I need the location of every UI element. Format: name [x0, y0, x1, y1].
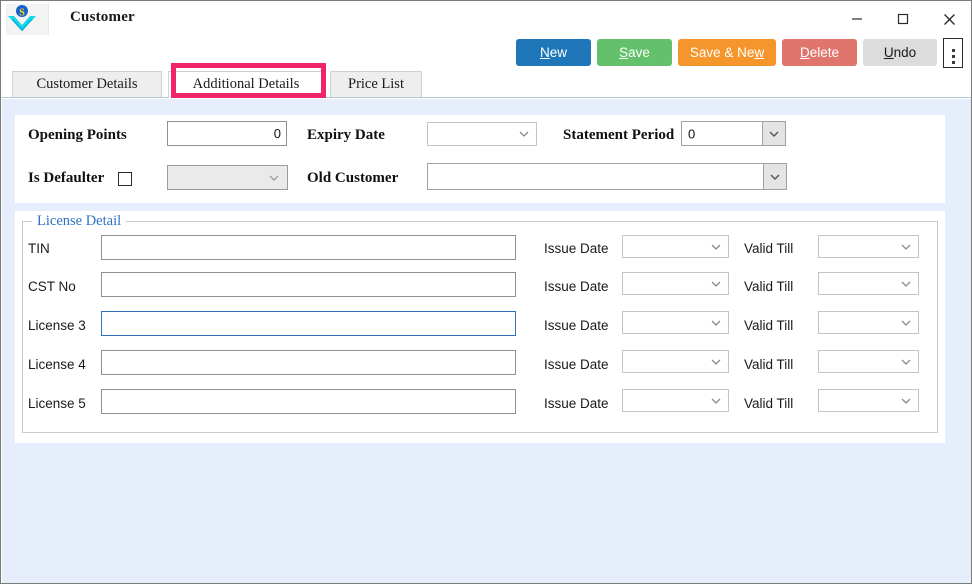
opening-points-input[interactable]	[167, 121, 287, 146]
expiry-date-combo[interactable]	[427, 122, 537, 146]
undo-button[interactable]: Undo	[863, 39, 937, 66]
chevron-down-icon	[711, 398, 721, 404]
save-and-new-button-accel: w	[754, 45, 765, 60]
issue-date-combo[interactable]	[622, 389, 729, 412]
new-button-label: ew	[549, 45, 567, 60]
issue-date-label: Issue Date	[544, 318, 609, 333]
kebab-dots	[944, 39, 962, 64]
old-customer-label: Old Customer	[307, 170, 399, 186]
valid-till-combo[interactable]	[818, 272, 919, 295]
delete-button-accel: D	[799, 45, 810, 60]
license-row-label: License 3	[28, 318, 86, 333]
save-and-new-button[interactable]: Save & New	[678, 39, 776, 66]
old-customer-combo[interactable]	[427, 163, 787, 190]
minimize-icon[interactable]	[834, 2, 880, 36]
window-title-bar: S Customer	[2, 2, 971, 38]
valid-till-label: Valid Till	[744, 357, 794, 372]
license-detail-group: License Detail TIN Issue Date Valid Till…	[15, 211, 945, 443]
chevron-down-icon	[901, 244, 911, 250]
is-defaulter-combo[interactable]	[167, 165, 288, 190]
opening-points-label: Opening Points	[28, 127, 127, 143]
chevron-down-icon	[901, 359, 911, 365]
is-defaulter-checkbox[interactable]	[118, 172, 132, 186]
valid-till-combo[interactable]	[818, 311, 919, 334]
tab-price-list[interactable]: Price List	[330, 71, 422, 98]
is-defaulter-label: Is Defaulter	[28, 170, 105, 186]
valid-till-label: Valid Till	[744, 241, 794, 256]
undo-button-accel: U	[883, 45, 894, 60]
maximize-icon[interactable]	[880, 2, 926, 36]
kebab-menu-icon[interactable]	[943, 38, 963, 68]
license-row-input[interactable]	[101, 235, 516, 260]
statement-period-combo[interactable]: 0	[681, 121, 786, 146]
issue-date-label: Issue Date	[544, 241, 609, 256]
license-row-input[interactable]	[101, 311, 516, 336]
chevron-down-icon	[901, 320, 911, 326]
valid-till-label: Valid Till	[744, 279, 794, 294]
issue-date-combo[interactable]	[622, 350, 729, 373]
delete-button[interactable]: Delete	[782, 39, 857, 66]
save-button[interactable]: Save	[597, 39, 672, 66]
new-button[interactable]: New	[516, 39, 591, 66]
statement-period-value: 0	[688, 126, 696, 141]
chevron-down-icon	[711, 359, 721, 365]
chevron-down-icon	[770, 174, 780, 180]
save-and-new-button-label: Save & Ne	[689, 45, 755, 60]
new-button-accel: N	[539, 45, 550, 60]
license-row-label: CST No	[28, 279, 76, 294]
valid-till-combo[interactable]	[818, 389, 919, 412]
chevron-down-icon	[711, 244, 721, 250]
chevron-down-icon	[901, 281, 911, 287]
issue-date-combo[interactable]	[622, 235, 729, 258]
tab-strip: Customer Details Additional Details Pric…	[2, 70, 971, 98]
chevron-down-icon	[519, 131, 529, 137]
chevron-down-icon	[901, 398, 911, 404]
action-toolbar: New Save Save & New Delete Undo	[2, 37, 971, 70]
undo-button-label: ndo	[893, 45, 917, 60]
chevron-down-icon	[269, 175, 279, 181]
valid-till-label: Valid Till	[744, 396, 794, 411]
valid-till-combo[interactable]	[818, 350, 919, 373]
valid-till-combo[interactable]	[818, 235, 919, 258]
issue-date-label: Issue Date	[544, 279, 609, 294]
chevron-down-icon	[711, 281, 721, 287]
save-button-label: ave	[628, 45, 650, 60]
tab-additional-details[interactable]: Additional Details	[168, 71, 324, 98]
chevron-down-icon	[769, 131, 779, 137]
issue-date-label: Issue Date	[544, 396, 609, 411]
tab-customer-details[interactable]: Customer Details	[12, 71, 162, 98]
statement-period-label: Statement Period	[563, 127, 675, 143]
expiry-date-label: Expiry Date	[307, 127, 385, 143]
license-row-label: TIN	[28, 241, 50, 256]
page-title: Customer	[70, 9, 135, 25]
save-button-accel: S	[619, 45, 629, 60]
general-fields-panel: Opening Points Expiry Date Statement Per…	[15, 115, 945, 203]
company-logo-icon: S	[6, 4, 49, 35]
delete-button-label: elete	[809, 45, 840, 60]
valid-till-label: Valid Till	[744, 318, 794, 333]
issue-date-combo[interactable]	[622, 272, 729, 295]
chevron-down-icon	[711, 320, 721, 326]
svg-text:S: S	[19, 8, 25, 19]
additional-details-panel: Opening Points Expiry Date Statement Per…	[2, 98, 971, 583]
customer-window: S Customer New Save Save & New Delete Un…	[0, 0, 972, 584]
close-icon[interactable]	[926, 2, 971, 36]
license-row-input[interactable]	[101, 389, 516, 414]
license-row-input[interactable]	[101, 272, 516, 297]
license-row-label: License 4	[28, 357, 86, 372]
issue-date-label: Issue Date	[544, 357, 609, 372]
old-customer-drop-button[interactable]	[763, 164, 786, 189]
license-row-input[interactable]	[101, 350, 516, 375]
license-detail-legend: License Detail	[32, 213, 127, 230]
license-row-label: License 5	[28, 396, 86, 411]
issue-date-combo[interactable]	[622, 311, 729, 334]
statement-period-drop-button[interactable]	[762, 122, 785, 145]
